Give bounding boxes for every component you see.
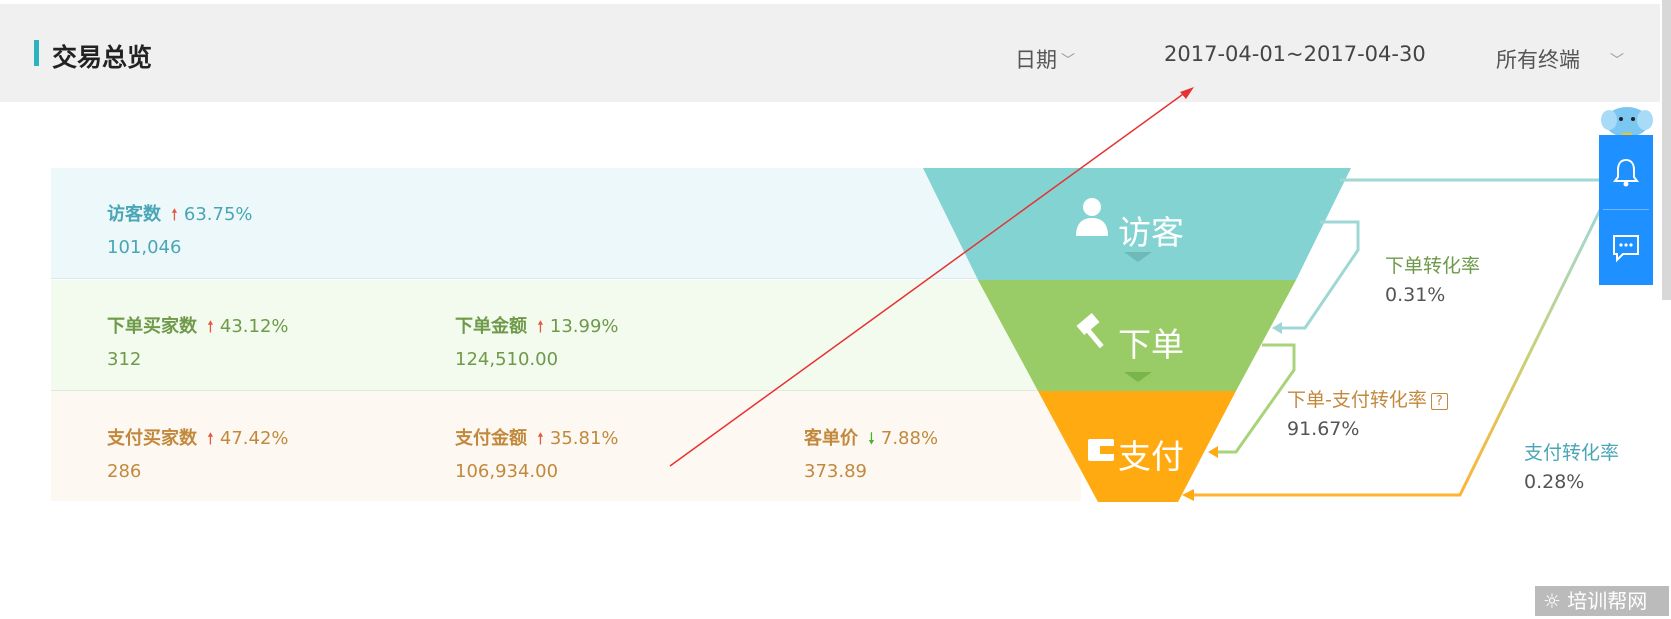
funnel-label-order: 下单 xyxy=(1118,325,1184,364)
annotation-arrowhead xyxy=(1180,87,1194,99)
funnel-graphic xyxy=(669,87,1602,502)
pay-rate-label: 支付转化率 xyxy=(1524,442,1620,464)
order-pay-rate-value: 91.67% xyxy=(1287,418,1360,440)
floating-side-panel xyxy=(1599,135,1653,285)
wallet-icon xyxy=(1088,439,1114,461)
watermark-text: 培训帮网 xyxy=(1567,589,1648,613)
funnel-label-payment: 支付 xyxy=(1118,437,1184,476)
connector-arrowhead xyxy=(1208,446,1218,458)
pay-rate-value: 0.28% xyxy=(1524,471,1585,493)
order-conversion-rate: 下单转化率 0.31% xyxy=(1385,251,1480,306)
chat-button[interactable] xyxy=(1599,211,1653,285)
watermark: ☼ 培训帮网 xyxy=(1535,586,1669,616)
order-rate-label: 下单转化率 xyxy=(1385,255,1481,277)
funnel-label-visitors: 访客 xyxy=(1118,213,1184,252)
bell-icon xyxy=(1613,158,1639,187)
order-rate-value: 0.31% xyxy=(1385,284,1446,306)
trade-overview-page: 交易总览 日期 ﹀ 2017-04-01~2017-04-30 所有终端 ﹀ 访客数… xyxy=(0,0,1671,619)
connector-arrowhead xyxy=(1272,322,1282,334)
side-divider xyxy=(1603,209,1649,210)
order-pay-rate-label: 下单-支付转化率 xyxy=(1287,389,1427,411)
scrollbar[interactable] xyxy=(1662,0,1671,300)
chat-bubble-icon xyxy=(1613,235,1639,263)
order-pay-conversion-rate: 下单-支付转化率? 91.67% xyxy=(1287,385,1448,440)
notification-button[interactable] xyxy=(1599,135,1653,209)
help-icon[interactable]: ? xyxy=(1430,393,1448,410)
pay-conversion-rate: 支付转化率 0.28% xyxy=(1524,438,1619,493)
watermark-icon: ☼ xyxy=(1543,589,1561,613)
